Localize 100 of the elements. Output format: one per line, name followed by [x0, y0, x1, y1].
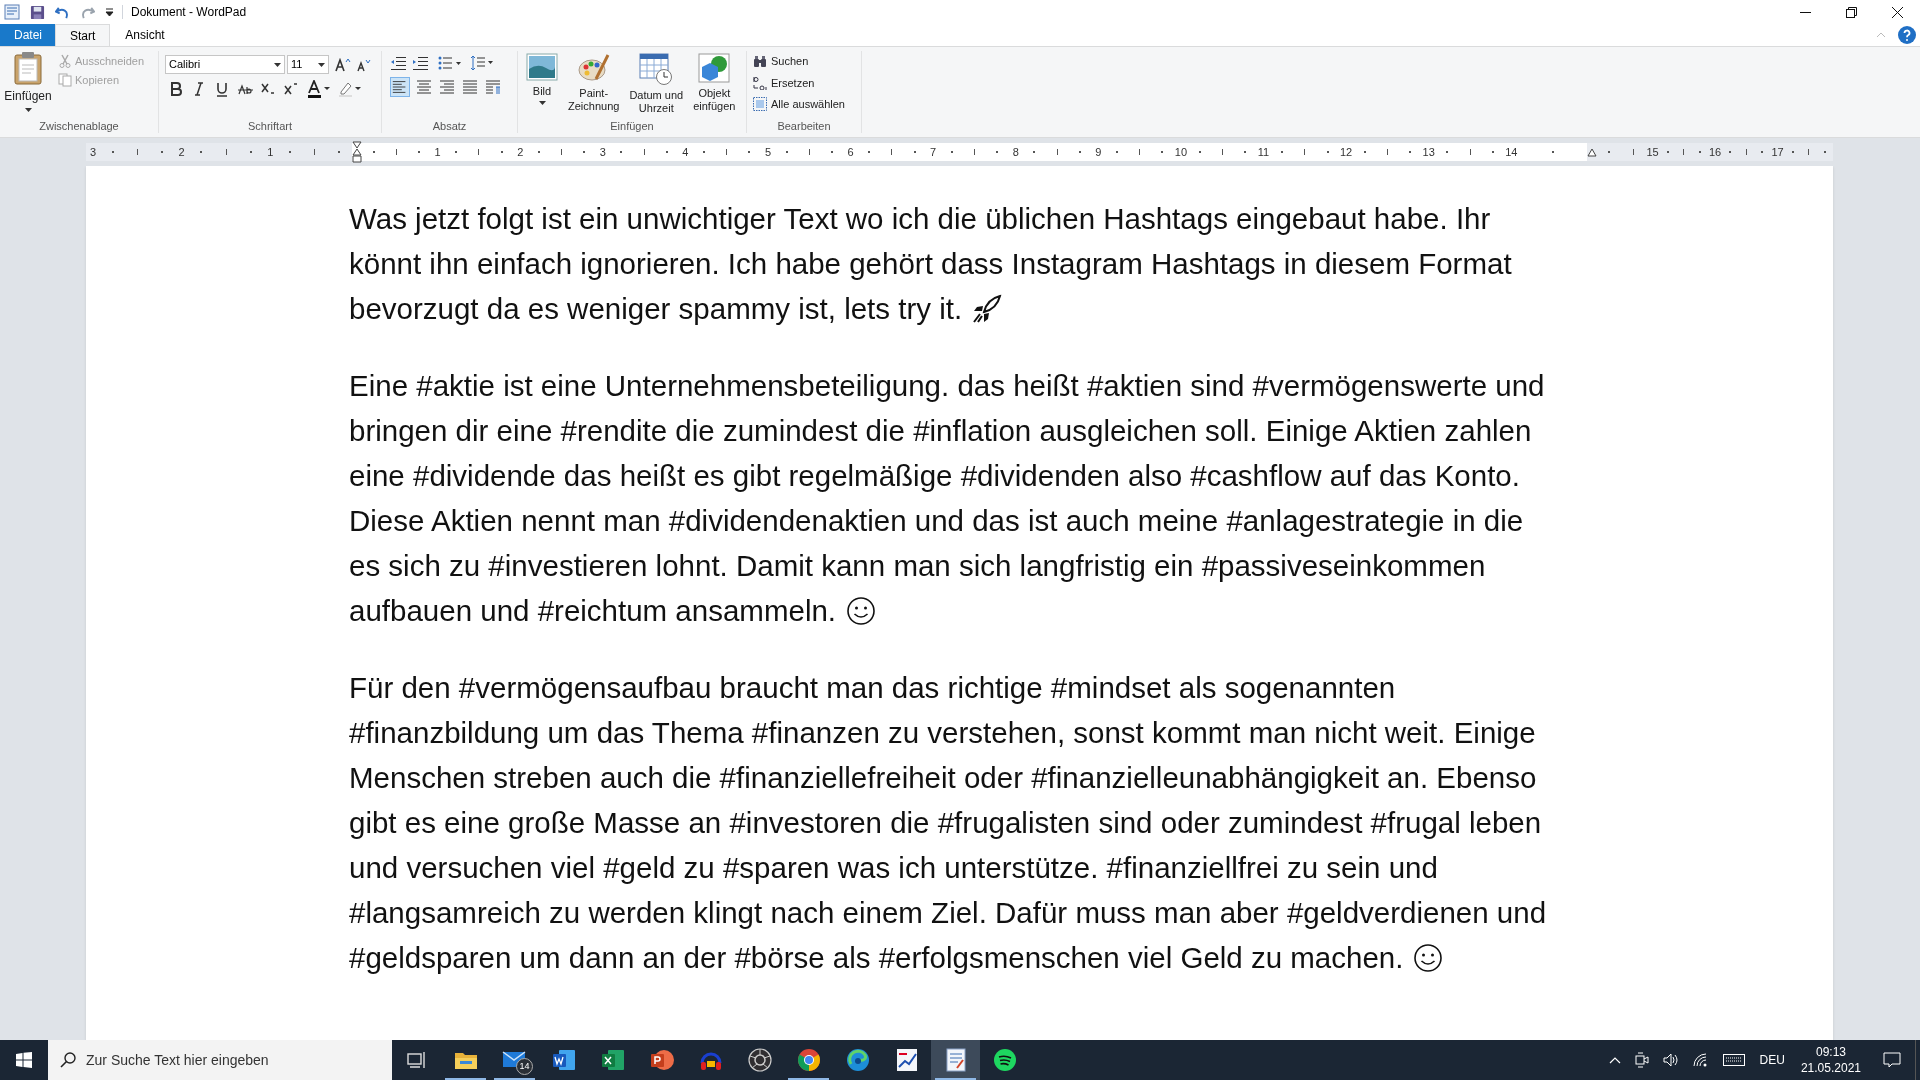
window-title: Dokument - WordPad	[131, 4, 247, 21]
language-indicator[interactable]: DEU	[1759, 1051, 1785, 1069]
taskbar-app-button[interactable]: 14	[490, 1040, 539, 1080]
spotify-icon	[992, 1048, 1017, 1072]
wordpad-icon	[944, 1048, 967, 1072]
replace-icon	[753, 75, 767, 90]
camera-icon[interactable]	[1634, 1052, 1649, 1068]
copy-icon	[58, 72, 72, 87]
volume-icon[interactable]	[1662, 1053, 1679, 1067]
notification-icon[interactable]	[1883, 1052, 1901, 1068]
text-line: gibt es eine große Masse an #investoren die #frugalisten sind oder zumindest #frugal leben	[349, 805, 1542, 841]
text-line: bringen dir eine #rendite die zumindest die #inflation ausgleichen soll. Einige Aktien zahlen	[349, 413, 1532, 449]
keyboard-icon[interactable]	[1722, 1054, 1745, 1066]
rocket-icon	[972, 293, 1003, 324]
powerpoint-icon	[649, 1049, 674, 1071]
running-indicator	[935, 1078, 976, 1080]
windows-logo-icon	[16, 1052, 32, 1068]
minimize-icon	[1799, 11, 1811, 13]
caret-icon	[24, 108, 32, 112]
align-right-icon[interactable]	[438, 78, 456, 96]
caret-icon	[274, 62, 281, 67]
paragraph-icon[interactable]	[484, 78, 502, 96]
wifi-icon[interactable]	[1692, 1053, 1709, 1067]
paste-button[interactable]: Einfügen	[4, 51, 52, 112]
group-label: Zwischenablage	[39, 118, 119, 134]
ruler-number: 15	[1645, 144, 1660, 160]
ruler-number: 10	[1173, 144, 1188, 160]
font-family-field[interactable]: Calibri	[165, 55, 285, 74]
edit-button[interactable]: Alle auswählen	[753, 96, 855, 113]
restore-icon	[1845, 6, 1857, 18]
superscript-icon[interactable]	[283, 81, 299, 97]
search-field[interactable]: Zur Suche Text hier eingeben	[48, 1040, 392, 1080]
running-indicator	[445, 1078, 486, 1080]
group-label: Schriftart	[248, 118, 292, 134]
search-icon	[60, 1052, 76, 1068]
subscript-icon[interactable]	[260, 81, 276, 97]
folder-icon	[453, 1050, 478, 1070]
clipboard-icon	[12, 51, 44, 85]
group-label: Absatz	[432, 118, 467, 134]
insert-button[interactable]: Objekt einfügen	[691, 53, 738, 113]
justify-icon[interactable]	[461, 78, 479, 96]
grow-font-icon[interactable]	[335, 57, 351, 72]
task-view-icon	[406, 1051, 427, 1069]
line-spacing-icon[interactable]	[470, 55, 494, 71]
binoculars-icon	[753, 54, 767, 68]
save-icon[interactable]	[30, 4, 45, 20]
bold-icon[interactable]	[168, 81, 184, 97]
text-line: Diese Aktien nennt man #dividendenaktien und das ist auch meine #anlagestrategie in die	[349, 503, 1524, 539]
ruler-number: 1	[433, 144, 442, 160]
text-line: Menschen streben auch die #finanziellefreiheit oder #finanzielleunabhängigkeit an. Ebenso	[349, 760, 1537, 796]
caret-icon	[318, 62, 325, 67]
underline-icon[interactable]	[214, 81, 230, 97]
smiley-icon	[1413, 942, 1444, 973]
ruler-number: 4	[681, 144, 690, 160]
align-left-icon[interactable]	[390, 77, 410, 97]
ruler-number: 5	[763, 144, 773, 160]
notification-badge: 14	[516, 1058, 533, 1075]
chevron-up-icon[interactable]	[1608, 1056, 1621, 1064]
chrome-icon	[796, 1048, 821, 1072]
edge-icon	[845, 1048, 870, 1072]
running-indicator	[788, 1078, 829, 1080]
palette-icon	[577, 53, 610, 83]
caret-icon	[538, 101, 546, 105]
align-center-icon[interactable]	[415, 78, 433, 96]
ruler-number: 17	[1770, 144, 1785, 160]
text-line: und versuchen viel #geld zu #sparen was ich unterstütze. #finanziellfrei zu sein und	[349, 850, 1438, 886]
right-indent-marker-icon[interactable]	[1587, 147, 1597, 157]
highlight-icon[interactable]	[338, 80, 364, 98]
insert-button[interactable]: Bild	[524, 53, 560, 105]
clock[interactable]: 09:13 21.05.2021	[1800, 1044, 1861, 1076]
indent-marker-icon[interactable]	[352, 141, 362, 163]
text-line: Was jetzt folgt ist ein unwichtiger Text wo ich die üblichen Hashtags eingebaut habe. Ihr	[349, 201, 1491, 237]
help-icon[interactable]	[1898, 26, 1916, 44]
ruler-number: 16	[1708, 144, 1722, 160]
group-label: Einfügen	[610, 118, 654, 134]
document-page[interactable]	[86, 166, 1833, 1040]
dropdown-icon[interactable]	[105, 7, 114, 17]
word-icon	[551, 1049, 576, 1071]
calendar-clock-icon	[639, 53, 674, 85]
text-line: #finanzbildung um das Thema #finanzen zu verstehen, sonst kommt man nicht weit. Einige	[349, 715, 1536, 751]
text-line: eine #dividende das heißt es gibt regelmäßige #dividenden also #cashflow auf das Konto.	[349, 458, 1520, 494]
font-color-icon[interactable]	[307, 80, 333, 98]
ruler-number: 7	[929, 144, 938, 160]
taskbar-app-button[interactable]	[931, 1040, 980, 1080]
insert-button[interactable]: Datum und Uhrzeit	[627, 53, 686, 115]
insert-button[interactable]: Paint- Zeichnung	[566, 53, 622, 113]
edit-button[interactable]: Suchen	[753, 53, 855, 70]
ruler-number: 14	[1504, 144, 1519, 160]
shrink-font-icon[interactable]	[357, 57, 371, 72]
font-size-field[interactable]: 11	[287, 55, 329, 74]
edit-button[interactable]: Ersetzen	[753, 74, 855, 91]
text-line: könnt ihn einfach ignorieren. Ich habe gehört dass Instagram Hashtags in diesem Format	[349, 246, 1512, 282]
bullet-list-icon[interactable]	[438, 56, 462, 70]
landscape-icon	[526, 53, 558, 81]
ruler-number: 2	[177, 144, 186, 160]
ribbon-tab[interactable]: Start	[55, 24, 111, 46]
increase-indent-icon[interactable]	[412, 56, 428, 70]
decrease-indent-icon[interactable]	[390, 56, 406, 70]
ruler-number: 6	[846, 144, 855, 160]
ribbon-tab[interactable]: Datei	[0, 24, 55, 46]
